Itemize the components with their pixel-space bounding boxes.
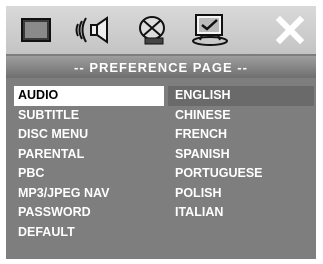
menu-item-subtitle[interactable]: SUBTITLE <box>14 106 164 126</box>
language-options-list: ENGLISH CHINESE FRENCH SPANISH PORTUGUES… <box>168 86 314 223</box>
option-polish[interactable]: POLISH <box>168 184 314 204</box>
display-icon[interactable] <box>16 12 56 48</box>
menu-item-pbc[interactable]: PBC <box>14 164 164 184</box>
option-french[interactable]: FRENCH <box>168 125 314 145</box>
preference-menu-window: -- PREFERENCE PAGE -- AUDIO SUBTITLE DIS… <box>6 6 316 259</box>
preference-icon[interactable] <box>190 12 230 48</box>
menu-item-password[interactable]: PASSWORD <box>14 203 164 223</box>
toolbar <box>6 6 316 54</box>
preference-menu-list: AUDIO SUBTITLE DISC MENU PARENTAL PBC MP… <box>14 86 164 242</box>
disc-icon[interactable] <box>132 12 172 48</box>
menu-item-mp3-jpeg-nav[interactable]: MP3/JPEG NAV <box>14 184 164 204</box>
menu-item-default[interactable]: DEFAULT <box>14 223 164 243</box>
menu-item-audio[interactable]: AUDIO <box>14 86 164 106</box>
option-english[interactable]: ENGLISH <box>168 86 314 106</box>
speaker-icon[interactable] <box>74 12 114 48</box>
menu-item-parental[interactable]: PARENTAL <box>14 145 164 165</box>
option-spanish[interactable]: SPANISH <box>168 145 314 165</box>
close-icon[interactable] <box>270 12 310 48</box>
option-chinese[interactable]: CHINESE <box>168 106 314 126</box>
option-portuguese[interactable]: PORTUGUESE <box>168 164 314 184</box>
page-title: -- PREFERENCE PAGE -- <box>6 56 316 78</box>
menu-item-disc-menu[interactable]: DISC MENU <box>14 125 164 145</box>
option-italian[interactable]: ITALIAN <box>168 203 314 223</box>
